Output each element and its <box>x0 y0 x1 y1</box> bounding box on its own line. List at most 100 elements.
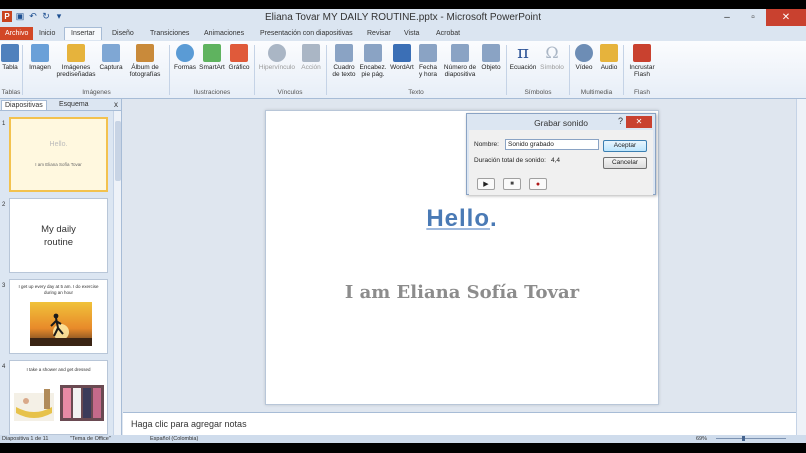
maximize-button[interactable]: ▫ <box>740 9 766 26</box>
hyperlink-button[interactable]: Hipervínculo <box>257 44 297 71</box>
shapes-icon <box>176 44 194 62</box>
language-indicator[interactable]: Español (Colombia) <box>150 436 198 442</box>
shapes-button[interactable]: Formas <box>172 44 198 71</box>
separator <box>623 45 624 95</box>
bath-and-wardrobe-image <box>14 385 104 421</box>
textbox-icon <box>335 44 353 62</box>
video-button[interactable]: Vídeo <box>573 44 595 71</box>
dialog-body: Nombre: Sonido grabado Duración total de… <box>469 130 653 195</box>
notes-pane[interactable]: Haga clic para agregar notas <box>123 412 796 435</box>
smartart-button[interactable]: SmartArt <box>198 44 226 71</box>
tab-archivo[interactable]: Archivo <box>0 27 34 40</box>
zoom-slider-knob[interactable] <box>742 436 745 441</box>
zoom-level[interactable]: 69% <box>696 436 707 442</box>
photo-album-icon <box>136 44 154 62</box>
record-icon[interactable]: ● <box>529 178 547 190</box>
slide-thumbnail-3[interactable]: I get up every day at 5 am. I do exercis… <box>9 279 108 354</box>
object-button[interactable]: Objeto <box>479 44 503 71</box>
duration-value: 4,4 <box>551 157 561 164</box>
chart-button[interactable]: Gráfico <box>227 44 251 71</box>
scrollbar-thumb[interactable] <box>115 121 121 181</box>
close-window-button[interactable]: ✕ <box>766 9 806 26</box>
symbol-button[interactable]: Ω Símbolo <box>538 43 566 72</box>
table-button[interactable]: Tabla <box>1 44 19 71</box>
tab-presentacion[interactable]: Presentación con diapositivas <box>255 28 358 39</box>
slide-thumbnail-1[interactable]: Hello. I am Eliana Sofía Tovar <box>9 117 108 192</box>
slide-editing-area: Hello. I am Eliana Sofía Tovar <box>123 99 796 412</box>
group-label-multimedia: Multimedia <box>580 89 613 96</box>
textbox-button[interactable]: Cuadro de texto <box>329 44 359 78</box>
tab-diseno[interactable]: Diseño <box>107 28 139 39</box>
action-button[interactable]: Acción <box>299 44 323 71</box>
tab-esquema[interactable]: Esquema <box>56 100 92 109</box>
slide-title-dot: . <box>490 205 498 232</box>
slide-title-text: Hello <box>426 205 490 232</box>
separator <box>569 45 570 95</box>
window-title: Eliana Tovar MY DAILY ROUTINE.pptx - Mic… <box>264 12 542 23</box>
slide-thumbnail-2[interactable]: My daily routine <box>9 198 108 273</box>
dialog-title-bar: Grabar sonido ? ✕ <box>467 114 655 130</box>
play-icon[interactable]: ▶ <box>477 178 495 190</box>
cancel-button[interactable]: Cancelar <box>603 157 647 169</box>
audio-button[interactable]: Audio <box>598 44 620 71</box>
slide-number-button[interactable]: Número de diapositiva <box>441 44 479 78</box>
flash-icon <box>633 44 651 62</box>
tab-revisar[interactable]: Revisar <box>362 28 396 39</box>
sound-name-input[interactable]: Sonido grabado <box>505 139 599 150</box>
header-footer-button[interactable]: Encabez. pie pág. <box>358 44 388 78</box>
help-icon[interactable]: ? <box>618 116 623 126</box>
embed-flash-button[interactable]: Incrustar Flash <box>627 44 657 78</box>
header-footer-icon <box>364 44 382 62</box>
slides-panel-scrollbar[interactable] <box>113 111 121 435</box>
notes-placeholder: Haga clic para agregar notas <box>131 419 247 429</box>
group-label-flash: Flash <box>634 89 650 96</box>
slide-subtitle[interactable]: I am Eliana Sofía Tovar <box>266 282 658 303</box>
date-time-button[interactable]: Fecha y hora <box>417 44 439 78</box>
main-vertical-scrollbar[interactable] <box>796 99 806 435</box>
powerpoint-window: P ▣ ↶ ↻ ▾ Eliana Tovar MY DAILY ROUTINE.… <box>0 9 806 443</box>
theme-name[interactable]: "Tema de Office" <box>70 436 111 442</box>
symbol-icon: Ω <box>545 43 559 62</box>
dialog-close-button[interactable]: ✕ <box>626 116 652 128</box>
hyperlink-icon <box>268 44 286 62</box>
audio-icon <box>600 44 618 62</box>
group-label-tablas: Tablas <box>1 89 21 96</box>
tab-insertar[interactable]: Insertar <box>64 27 102 40</box>
thumb-title: Hello. <box>49 141 68 148</box>
minimize-button[interactable]: – <box>714 9 740 26</box>
title-bar: P ▣ ↶ ↻ ▾ Eliana Tovar MY DAILY ROUTINE.… <box>0 9 806 26</box>
tab-acrobat[interactable]: Acrobat <box>431 28 465 39</box>
record-sound-dialog: Grabar sonido ? ✕ Nombre: Sonido grabado… <box>466 113 656 195</box>
slide-number: 3 <box>2 283 6 289</box>
equation-button[interactable]: π Ecuación <box>508 42 538 72</box>
tab-vista[interactable]: Vista <box>399 28 424 39</box>
separator <box>506 45 507 95</box>
tab-diapositivas[interactable]: Diapositivas <box>1 100 47 110</box>
screenshot-button[interactable]: Captura <box>98 44 124 71</box>
clipart-button[interactable]: Imágenes prediseñadas <box>55 44 97 78</box>
close-panel-icon[interactable]: x <box>114 100 118 109</box>
slide-thumbnail-4[interactable]: I take a shower and get dressed <box>9 360 108 435</box>
accept-button[interactable]: Aceptar <box>603 140 647 152</box>
group-label-texto: Texto <box>408 89 424 96</box>
tab-transiciones[interactable]: Transiciones <box>145 28 194 39</box>
zoom-slider[interactable] <box>716 438 786 439</box>
slide-title[interactable]: Hello. <box>266 205 658 233</box>
image-button[interactable]: Imagen <box>27 44 53 71</box>
duration-label: Duración total de sonido: <box>474 157 546 164</box>
stop-icon[interactable]: ■ <box>503 178 521 190</box>
smartart-icon <box>203 44 221 62</box>
photo-album-button[interactable]: Álbum de fotografías <box>125 44 165 78</box>
equation-icon: π <box>517 42 529 63</box>
date-time-icon <box>419 44 437 62</box>
tab-inicio[interactable]: Inicio <box>34 28 60 39</box>
status-bar: Diapositiva 1 de 11 "Tema de Office" Esp… <box>0 435 806 443</box>
slide-number: 4 <box>2 364 6 370</box>
separator <box>326 45 327 95</box>
table-icon <box>1 44 19 62</box>
wordart-button[interactable]: WordArt <box>388 44 416 71</box>
action-icon <box>302 44 320 62</box>
tab-animaciones[interactable]: Animaciones <box>199 28 249 39</box>
thumb-title: My daily routine <box>41 224 76 248</box>
separator <box>22 45 23 95</box>
